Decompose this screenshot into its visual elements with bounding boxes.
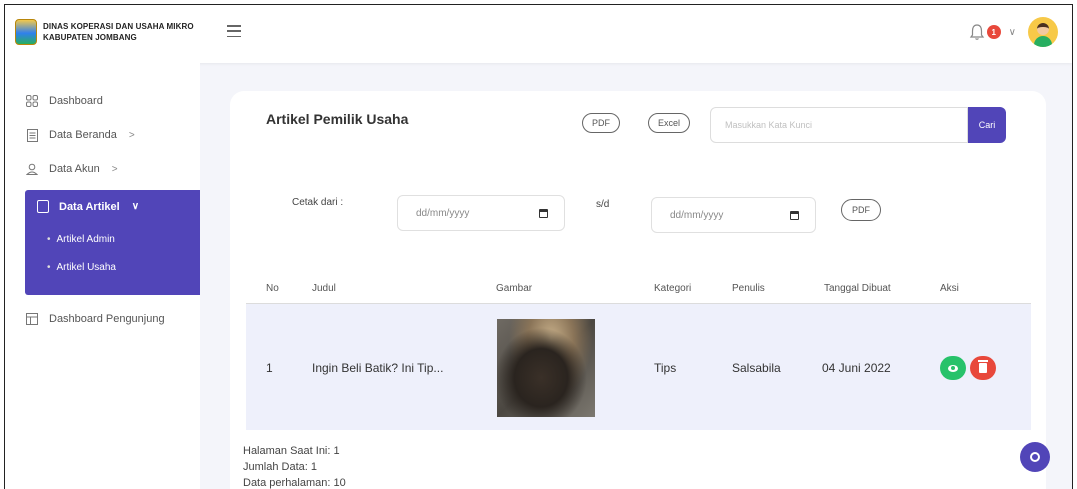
chevron-down-icon: ∨ — [131, 201, 140, 212]
column-header-judul: Judul — [312, 283, 336, 294]
sidebar-item-dashboard-pengunjung[interactable]: Dashboard Pengunjung — [25, 309, 200, 329]
article-thumbnail — [497, 319, 595, 417]
gear-icon — [1030, 452, 1040, 462]
export-pdf-button[interactable]: PDF — [582, 113, 620, 133]
per-page-info: Data perhalaman: 10 — [243, 477, 346, 489]
article-card: Artikel Pemilik Usaha PDF Excel Cari Cet… — [230, 91, 1046, 489]
print-from-label: Cetak dari : — [292, 197, 344, 208]
cell-penulis: Salsabila — [732, 361, 781, 375]
brand[interactable]: DINAS KOPERASI DAN USAHA MIKRO KABUPATEN… — [15, 19, 194, 45]
regency-logo-icon — [15, 19, 37, 45]
view-button[interactable] — [940, 356, 966, 380]
column-header-gambar: Gambar — [496, 283, 533, 294]
chevron-down-icon[interactable]: ∨ — [1009, 27, 1016, 38]
cell-tanggal: 04 Juni 2022 — [822, 361, 891, 375]
calendar-icon[interactable] — [539, 209, 548, 218]
delete-button[interactable] — [970, 356, 996, 380]
table-row: 1 Ingin Beli Batik? Ini Tip... Tips Sals… — [246, 304, 1031, 430]
page-title: Artikel Pemilik Usaha — [266, 111, 409, 127]
column-header-aksi: Aksi — [940, 283, 959, 294]
column-header-kategori: Kategori — [654, 283, 692, 294]
print-pdf-button[interactable]: PDF — [841, 199, 881, 221]
to-label: s/d — [596, 199, 610, 210]
cell-judul: Ingin Beli Batik? Ini Tip... — [312, 361, 444, 375]
user-icon — [25, 162, 39, 176]
bell-icon[interactable] — [969, 23, 985, 41]
grid-icon — [25, 94, 39, 108]
sidebar-item-label: Data Akun — [49, 163, 100, 175]
current-page-info: Halaman Saat Ini: 1 — [243, 445, 340, 457]
date-to-placeholder: dd/mm/yyyy — [670, 209, 724, 221]
brand-line-2: KABUPATEN JOMBANG — [43, 33, 137, 42]
column-header-no: No — [266, 283, 279, 294]
hamburger-icon[interactable] — [227, 25, 241, 37]
sidebar: Dashboard Data Beranda > Data Akun > Dat… — [5, 63, 200, 489]
sidebar-item-label: Data Beranda — [49, 129, 117, 141]
settings-fab[interactable] — [1020, 442, 1050, 472]
brand-line-1: DINAS KOPERASI DAN USAHA MIKRO — [43, 22, 194, 31]
total-data-info: Jumlah Data: 1 — [243, 461, 317, 473]
sidebar-subitem-artikel-usaha[interactable]: Artikel Usaha — [47, 262, 116, 273]
sidebar-item-data-artikel-toggle[interactable]: Data Artikel ∨ — [37, 200, 139, 213]
trash-icon — [978, 360, 988, 373]
sidebar-item-label: Data Artikel — [59, 200, 120, 213]
notification-badge[interactable]: 1 — [986, 25, 1001, 39]
article-icon — [37, 200, 49, 213]
sidebar-item-label: Dashboard — [49, 95, 103, 107]
sidebar-item-label: Dashboard Pengunjung — [49, 313, 165, 325]
column-header-tanggal: Tanggal Dibuat — [824, 283, 891, 294]
app-window: DINAS KOPERASI DAN USAHA MIKRO KABUPATEN… — [4, 4, 1073, 489]
cell-no: 1 — [266, 361, 273, 375]
cell-kategori: Tips — [654, 361, 677, 375]
sidebar-item-data-artikel: Data Artikel ∨ Artikel Admin Artikel Usa… — [25, 190, 200, 295]
date-from-input[interactable]: dd/mm/yyyy — [397, 195, 565, 231]
search-button[interactable]: Cari — [968, 107, 1006, 143]
sidebar-subitem-artikel-admin[interactable]: Artikel Admin — [47, 234, 115, 245]
document-icon — [25, 128, 39, 142]
table-icon — [25, 312, 39, 326]
brand-text: DINAS KOPERASI DAN USAHA MIKRO KABUPATEN… — [43, 21, 194, 43]
chevron-right-icon: > — [128, 129, 135, 141]
search-input[interactable] — [710, 107, 968, 143]
header-actions: 1 ∨ — [969, 17, 1058, 47]
column-header-penulis: Penulis — [732, 283, 765, 294]
date-from-placeholder: dd/mm/yyyy — [416, 207, 470, 219]
avatar[interactable] — [1028, 17, 1058, 47]
export-excel-button[interactable]: Excel — [648, 113, 690, 133]
eye-icon — [948, 364, 958, 372]
sidebar-item-dashboard[interactable]: Dashboard — [25, 91, 200, 111]
date-to-input[interactable]: dd/mm/yyyy — [651, 197, 816, 233]
chevron-right-icon: > — [111, 163, 118, 175]
top-bar: DINAS KOPERASI DAN USAHA MIKRO KABUPATEN… — [5, 5, 1072, 63]
sidebar-item-data-beranda[interactable]: Data Beranda > — [25, 125, 200, 145]
sidebar-item-data-akun[interactable]: Data Akun > — [25, 159, 200, 179]
calendar-icon[interactable] — [790, 211, 799, 220]
